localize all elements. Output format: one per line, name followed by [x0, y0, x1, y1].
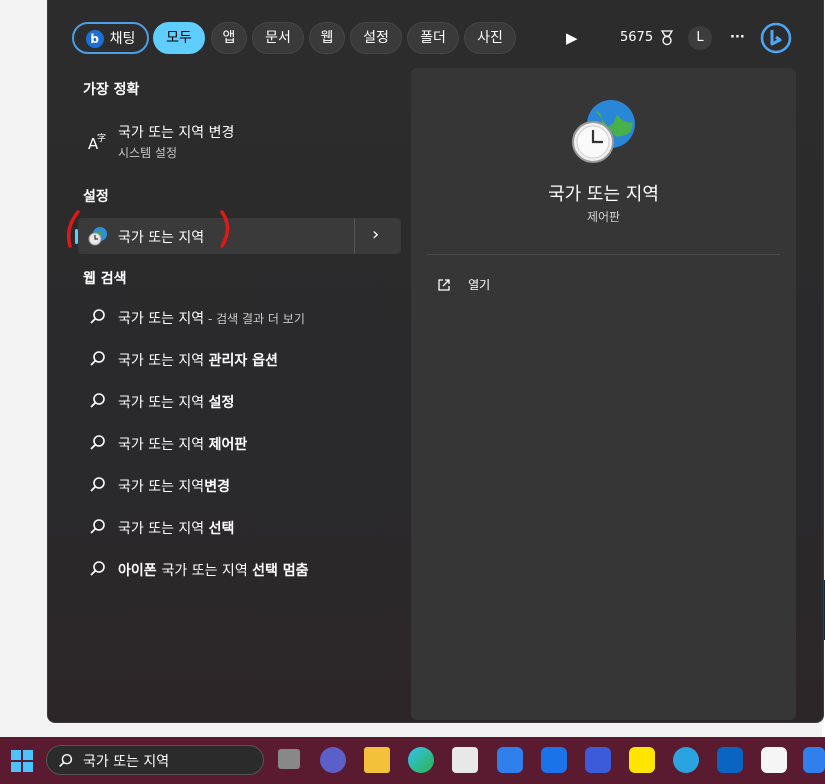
- web-result-text: 국가 또는 지역: [118, 521, 209, 537]
- bing-logo-icon: [760, 22, 792, 54]
- taskbar: 국가 또는 지역: [0, 737, 825, 784]
- start-search-window: b 채팅 모두 앱 문서 웹 설정 폴더 사진 ▶ 5675 L ··· 가장 정…: [47, 0, 824, 723]
- telegram-icon[interactable]: [673, 747, 699, 773]
- photos-filter-chip[interactable]: 사진: [464, 22, 516, 54]
- taskbar-search-text: 국가 또는 지역: [83, 754, 170, 770]
- best-match-result[interactable]: A 字 국가 또는 지역 변경 시스템 설정 ›: [78, 120, 422, 164]
- apps-filter-chip[interactable]: 앱: [211, 22, 247, 54]
- kakaotalk-icon[interactable]: [629, 747, 655, 773]
- settings-result-title: 국가 또는 지역: [118, 230, 205, 246]
- search-icon: [90, 309, 105, 324]
- bing-icon: b: [85, 30, 104, 48]
- task-view-icon[interactable]: [278, 749, 300, 769]
- preview-title: 국가 또는 지역: [548, 184, 659, 205]
- web-result-bold-text: 제어판: [208, 437, 248, 453]
- web-result-text: 국가 또는 지역: [118, 395, 209, 411]
- web-result-2[interactable]: 국가 또는 지역 관리자 옵션 ›: [78, 338, 422, 380]
- web-result-5[interactable]: 국가 또는 지역변경 ›: [78, 464, 422, 506]
- best-match-heading: 가장 정확: [83, 82, 140, 98]
- search-icon: [90, 561, 105, 576]
- web-result-text: 국가 또는 지역: [118, 311, 205, 327]
- search-icon: [90, 477, 105, 492]
- open-label: 열기: [468, 278, 491, 292]
- web-result-6[interactable]: 국가 또는 지역 선택 ›: [78, 506, 422, 548]
- chat-filter-chip[interactable]: b 채팅: [72, 22, 149, 54]
- search-icon: [59, 753, 73, 767]
- search-icon: [90, 351, 105, 366]
- search-icon: [90, 393, 105, 408]
- settings-result-expand-button[interactable]: ›: [354, 218, 401, 254]
- settings-filter-chip[interactable]: 설정: [350, 22, 402, 54]
- rewards-medal-icon: [661, 29, 674, 45]
- chevron-right-icon: ›: [372, 224, 380, 245]
- documents-filter-chip[interactable]: 문서: [252, 22, 304, 54]
- globe-clock-icon: [88, 227, 107, 246]
- bing-chat-button[interactable]: [760, 22, 792, 54]
- web-result-bold-text: 변경: [204, 479, 230, 495]
- rewards-points-value: 5675: [620, 30, 654, 45]
- preview-divider: [427, 254, 780, 255]
- preview-panel: 국가 또는 지역 제어판 열기: [411, 68, 796, 720]
- web-filter-chip[interactable]: 웹: [309, 22, 345, 54]
- web-result-1[interactable]: 국가 또는 지역 - 검색 결과 더 보기 ›: [78, 296, 422, 338]
- web-result-bold-text: 선택: [208, 521, 235, 537]
- search-icon: [90, 519, 105, 534]
- annotation-right-bracket: [220, 210, 230, 248]
- app-icon[interactable]: [761, 747, 787, 773]
- app-icon[interactable]: [497, 747, 523, 773]
- outlook-icon[interactable]: [717, 747, 743, 773]
- web-search-heading: 웹 검색: [83, 271, 127, 287]
- web-result-bold-text: 선택 멈춤: [252, 563, 309, 579]
- chat-filter-label: 채팅: [109, 31, 136, 47]
- web-result-text: 국가 또는 지역: [118, 437, 209, 453]
- web-result-text: 국가 또는 지역: [118, 479, 205, 495]
- all-filter-chip[interactable]: 모두: [153, 22, 205, 54]
- web-result-7[interactable]: 아이폰 국가 또는 지역 선택 멈춤 ›: [78, 548, 422, 590]
- web-result-bold-prefix: 아이폰: [118, 563, 162, 579]
- language-settings-icon: A 字: [88, 132, 106, 152]
- svg-text:字: 字: [97, 132, 106, 144]
- more-filters-play-icon[interactable]: ▶: [566, 22, 578, 54]
- best-match-subtitle: 시스템 설정: [118, 146, 178, 160]
- app-icon[interactable]: [803, 747, 825, 773]
- settings-heading: 설정: [83, 189, 109, 205]
- windows-start-icon[interactable]: [10, 749, 34, 773]
- web-result-4[interactable]: 국가 또는 지역 제어판 ›: [78, 422, 422, 464]
- globe-clock-large-icon: [572, 100, 635, 163]
- folders-filter-chip[interactable]: 폴더: [407, 22, 459, 54]
- taskbar-search-box[interactable]: 국가 또는 지역: [46, 745, 264, 775]
- teams-chat-icon[interactable]: [320, 747, 346, 773]
- web-result-3[interactable]: 국가 또는 지역 설정 ›: [78, 380, 422, 422]
- rewards-points[interactable]: 5675: [620, 22, 674, 54]
- web-result-suffix: - 검색 결과 더 보기: [204, 312, 305, 326]
- more-options-icon[interactable]: ···: [730, 22, 745, 54]
- web-result-text: 국가 또는 지역: [161, 563, 253, 579]
- preview-subtitle: 제어판: [586, 210, 621, 224]
- web-result-bold-text: 관리자 옵션: [208, 353, 278, 369]
- web-result-text: 국가 또는 지역: [118, 353, 209, 369]
- annotation-left-bracket: [66, 210, 80, 248]
- file-explorer-icon[interactable]: [364, 747, 390, 773]
- microsoft-store-icon[interactable]: [452, 747, 478, 773]
- app-icon[interactable]: [585, 747, 611, 773]
- search-icon: [90, 435, 105, 450]
- best-match-title: 국가 또는 지역 변경: [118, 125, 235, 141]
- zoom-icon[interactable]: [541, 747, 567, 773]
- web-result-bold-text: 설정: [208, 395, 235, 411]
- open-external-icon: [438, 278, 450, 291]
- user-avatar[interactable]: L: [688, 26, 712, 50]
- edge-icon[interactable]: [408, 747, 434, 773]
- open-action[interactable]: 열기: [437, 274, 490, 294]
